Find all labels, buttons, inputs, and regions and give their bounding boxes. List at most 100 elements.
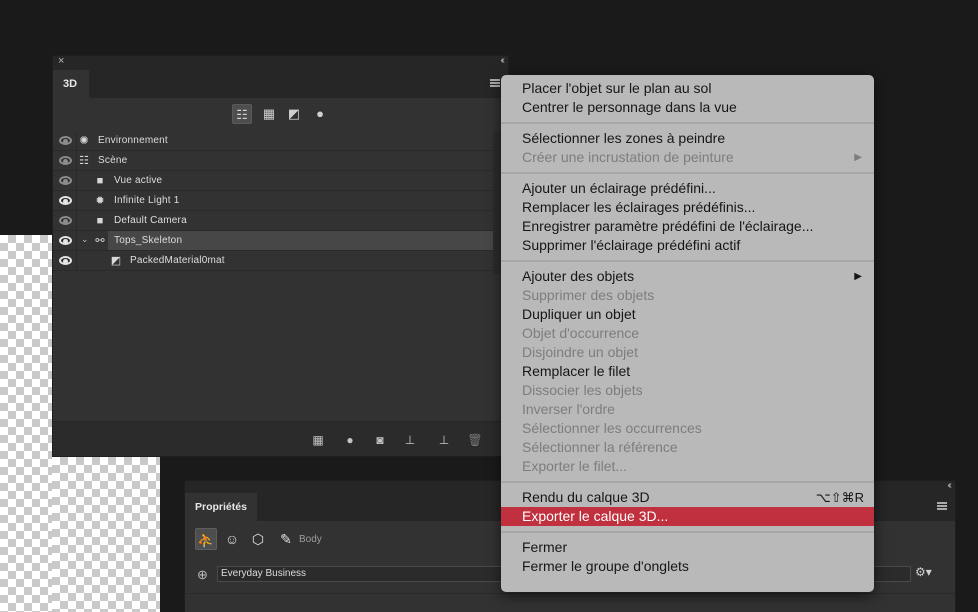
brush-icon[interactable]: ✎ [275,528,297,550]
material-filter-icon[interactable]: ◩ [284,104,304,124]
submenu-arrow-icon: ▶ [854,271,862,282]
scene-icon: ☷ [79,155,89,167]
menu-item-label: Remplacer les éclairages prédéfinis... [522,199,756,215]
menu-item: Disjoindre un objet [501,343,874,362]
menu-separator [501,476,874,488]
panel-menu-icon[interactable] [490,79,500,87]
visibility-eye-icon[interactable] [59,196,72,205]
collapse-icon[interactable]: ‹‹ [947,480,951,491]
gear-icon[interactable]: ⚙▾ [915,565,932,579]
light-filter-icon[interactable]: ● [310,104,330,124]
tree-row-label: Vue active [114,175,163,186]
camera-icon: ■ [96,215,104,227]
menu-item: Objet d'occurrence [501,324,874,343]
menu-item[interactable]: Rendu du calque 3D ⌥⇧⌘R [501,488,874,507]
camera-icon: ■ [96,175,104,187]
divider [76,211,77,230]
menu-item-label: Inverser l'ordre [522,401,615,417]
photoshop-workspace: × ‹‹ 3D ☷ ▦ ◩ ● ✺ Environnement ☷ Scène ■ Vue… [0,0,978,612]
tab-3d[interactable]: 3D [53,70,89,98]
tab-properties[interactable]: Propriétés [185,493,257,521]
panel-3d-titlebar: × ‹‹ [53,55,508,70]
menu-item[interactable]: Remplacer les éclairages prédéfinis... [501,198,874,217]
tree-row-label: Default Camera [114,215,187,226]
menu-item[interactable]: Sélectionner les zones à peindre [501,129,874,148]
divider [76,191,77,210]
menu-item-label: Créer une incrustation de peinture [522,149,734,165]
panel-menu-icon[interactable] [937,502,947,510]
menu-item-label: Sélectionner la référence [522,439,678,455]
collapse-icon[interactable]: ‹‹ [500,55,504,66]
tree-row[interactable]: ◩ PackedMaterial0mat [53,251,493,271]
row-background [77,151,493,170]
cube-icon[interactable]: ⬡ [247,528,269,550]
menu-item[interactable]: Remplacer le filet [501,362,874,381]
menu-item: Créer une incrustation de peinture ▶ [501,148,874,167]
tree-row[interactable]: ■ Vue active [53,171,493,191]
tree-row[interactable]: ✺ Environnement [53,131,493,151]
menu-item[interactable]: Centrer le personnage dans la vue [501,98,874,117]
visibility-eye-icon[interactable] [59,156,72,165]
menu-item-label: Enregistrer paramètre prédéfini de l'écl… [522,218,814,234]
menu-separator [501,255,874,267]
panel-3d-filter-toolbar: ☷ ▦ ◩ ● [53,98,508,128]
whole-scene-filter-icon[interactable]: ☷ [232,104,252,124]
menu-item: Supprimer des objets [501,286,874,305]
close-icon[interactable]: × [58,55,64,67]
tree-row[interactable]: ☷ Scène [53,151,493,171]
menu-item[interactable]: Exporter le calque 3D... [501,507,874,526]
divider [76,231,77,250]
tree-row[interactable]: ✹ Infinite Light 1 [53,191,493,211]
drop-to-ground-icon[interactable]: ⊥ [436,432,452,448]
face-icon[interactable]: ☺ [221,528,243,550]
pose-icon[interactable]: ⛹ [195,528,217,550]
menu-item: Sélectionner les occurrences [501,419,874,438]
menu-item-label: Remplacer le filet [522,363,631,379]
menu-item-label: Fermer le groupe d'onglets [522,558,689,574]
tree-row[interactable]: ⌄ ⚯ Tops_Skeleton [53,231,493,251]
menu-item-label: Disjoindre un objet [522,344,638,360]
visibility-eye-icon[interactable] [59,176,72,185]
menu-item[interactable]: Fermer le groupe d'onglets [501,557,874,576]
menu-item-label: Centrer le personnage dans la vue [522,99,737,115]
divider [76,171,77,190]
submenu-arrow-icon: ▶ [854,152,862,163]
mesh-options-icon[interactable]: ▦ [310,432,326,448]
menu-item[interactable]: Fermer [501,538,874,557]
panel-3d-tabbar: 3D [53,70,508,98]
ground-icon[interactable]: ⊥ [402,432,418,448]
menu-item[interactable]: Supprimer l'éclairage prédéfini actif [501,236,874,255]
divider [76,251,77,270]
menu-item-label: Ajouter des objets [522,268,635,284]
environment-icon: ✺ [79,135,89,147]
render-icon[interactable]: ◙ [372,432,388,448]
transparent-canvas-left [0,235,52,612]
menu-item-label: Sélectionner les zones à peindre [522,130,726,146]
menu-item[interactable]: Placer l'objet sur le plan au sol [501,79,874,98]
zoom-icon[interactable]: ⊕ [197,567,208,583]
menu-item-label: Objet d'occurrence [522,325,640,341]
expand-chevron-icon[interactable]: ⌄ [81,234,89,245]
menu-item[interactable]: Ajouter un éclairage prédéfini... [501,179,874,198]
material-icon: ◩ [110,255,122,267]
menu-item[interactable]: Enregistrer paramètre prédéfini de l'écl… [501,217,874,236]
menu-separator [501,117,874,129]
visibility-eye-icon[interactable] [59,256,72,265]
transparent-canvas-bottom [52,457,160,612]
mesh-filter-icon[interactable]: ▦ [259,104,279,124]
menu-separator [501,526,874,538]
menu-item-label: Exporter le calque 3D... [522,508,669,524]
light-icon: ✹ [95,195,105,207]
add-light-icon[interactable]: ● [342,432,358,448]
menu-item[interactable]: Ajouter des objets ▶ [501,267,874,286]
visibility-eye-icon[interactable] [59,136,72,145]
menu-item-label: Dissocier les objets [522,382,643,398]
body-label: Body [299,534,322,545]
trash-icon[interactable]: 🗑 [467,432,483,448]
menu-item[interactable]: Dupliquer un objet [501,305,874,324]
visibility-eye-icon[interactable] [59,216,72,225]
divider [185,593,955,594]
visibility-eye-icon[interactable] [59,236,72,245]
menu-item-label: Sélectionner les occurrences [522,420,702,436]
tree-row[interactable]: ■ Default Camera [53,211,493,231]
